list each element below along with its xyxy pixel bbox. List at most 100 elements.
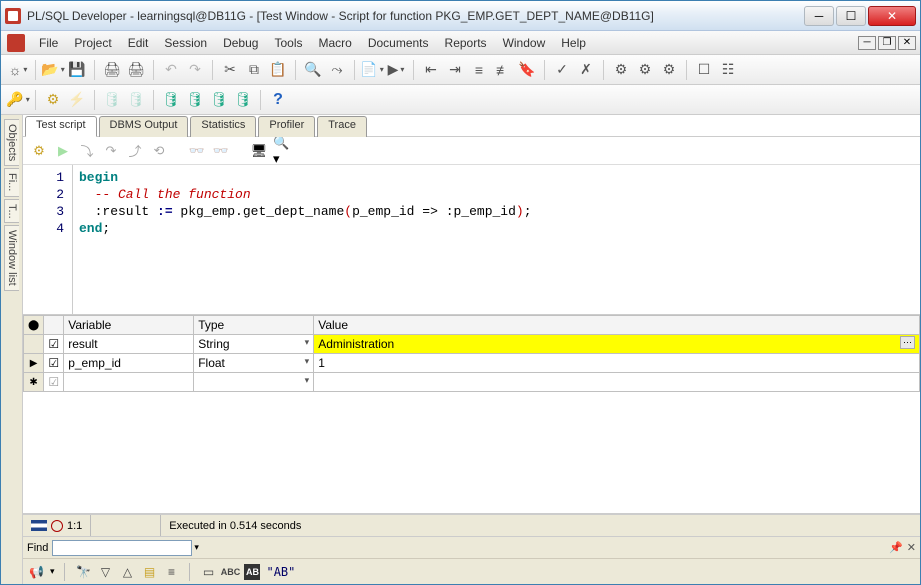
db-4-button[interactable]: 🛢 (184, 89, 206, 111)
bookmark-button[interactable]: 🔖 (516, 59, 538, 81)
copy-button[interactable]: ⧉ (243, 59, 265, 81)
step-out-icon[interactable]: ⤴ (125, 141, 145, 161)
run-icon[interactable]: ▶ (53, 141, 73, 161)
flash-button[interactable]: ⚡ (66, 89, 88, 111)
close-button[interactable]: ✕ (868, 6, 916, 26)
bullhorn-icon[interactable]: 📢 (29, 565, 44, 579)
tool-1-button[interactable]: ⚙ (610, 59, 632, 81)
indent-left-button[interactable]: ⇤ (420, 59, 442, 81)
tool-3-button[interactable]: ⚙ (658, 59, 680, 81)
cell-type[interactable]: Float (194, 354, 314, 373)
commit-button[interactable]: ✓ (551, 59, 573, 81)
open-button[interactable]: 📂 (42, 59, 64, 81)
tool-2-button[interactable]: ⚙ (634, 59, 656, 81)
key-button[interactable]: 🔑 (7, 89, 29, 111)
col-header-check[interactable] (44, 316, 64, 335)
code-area[interactable]: begin -- Call the function :result := pk… (73, 165, 920, 314)
step-into-icon[interactable]: ⤵ (77, 141, 97, 161)
execute-button[interactable]: ▶ (385, 59, 407, 81)
col-header-type[interactable]: Type (194, 316, 314, 335)
print-button[interactable]: 🖨 (101, 59, 123, 81)
menu-macro[interactable]: Macro (310, 34, 359, 52)
down-chevron-icon[interactable]: ▽ (97, 564, 113, 580)
help-button[interactable]: ? (267, 89, 289, 111)
cell-type-empty[interactable] (194, 373, 314, 392)
db-3-button[interactable]: 🛢 (160, 89, 182, 111)
quoted-text[interactable]: "AB" (266, 565, 295, 579)
redo-button[interactable]: ↷ (184, 59, 206, 81)
side-tab-window-list[interactable]: Window list (4, 225, 19, 291)
cell-variable[interactable]: p_emp_id (64, 354, 194, 373)
cell-value-highlighted[interactable]: Administration (314, 335, 920, 354)
tab-trace[interactable]: Trace (317, 116, 367, 137)
undo-button[interactable]: ↶ (160, 59, 182, 81)
list-icon[interactable]: ≡ (163, 564, 179, 580)
tab-test-script[interactable]: Test script (25, 116, 97, 137)
highlight-icon[interactable]: ▤ (141, 564, 157, 580)
side-tab-templates[interactable]: T... (4, 199, 19, 224)
abc-dark-icon[interactable]: AB (244, 564, 260, 580)
menu-documents[interactable]: Documents (360, 34, 437, 52)
code-editor[interactable]: 1 2 3 4 begin -- Call the function :resu… (23, 165, 920, 315)
maximize-button[interactable]: ☐ (836, 6, 866, 26)
glasses2-icon[interactable]: 👓 (211, 141, 231, 161)
step-over-icon[interactable]: ↷ (101, 141, 121, 161)
new-button[interactable]: ☼ (7, 59, 29, 81)
explain-plan-button[interactable]: 📄 (361, 59, 383, 81)
bullhorn-dropdown[interactable]: ▾ (50, 566, 55, 577)
tile-button[interactable]: ☷ (717, 59, 739, 81)
find-next-button[interactable]: ⤳ (326, 59, 348, 81)
gear-small-icon[interactable]: ⚙ (29, 141, 49, 161)
tab-statistics[interactable]: Statistics (190, 116, 256, 137)
variables-grid[interactable]: ⬤ Variable Type Value ☑ result String Ad… (23, 315, 920, 392)
cell-variable-empty[interactable] (64, 373, 194, 392)
pin-icon[interactable]: 📌 (889, 541, 903, 554)
menu-reports[interactable]: Reports (437, 34, 495, 52)
cell-value[interactable]: 1 (314, 354, 920, 373)
side-tab-files[interactable]: Fi... (4, 168, 19, 196)
menu-window[interactable]: Window (495, 34, 554, 52)
menu-edit[interactable]: Edit (120, 34, 157, 52)
indent-right-button[interactable]: ⇥ (444, 59, 466, 81)
comment-button[interactable]: ≡ (468, 59, 490, 81)
find-button[interactable]: 🔍 (302, 59, 324, 81)
paste-button[interactable]: 📋 (267, 59, 289, 81)
tab-profiler[interactable]: Profiler (258, 116, 315, 137)
close-icon[interactable]: ✕ (907, 541, 916, 554)
cut-button[interactable]: ✂ (219, 59, 241, 81)
app-menu-icon[interactable] (7, 34, 25, 52)
binoculars-icon[interactable]: 🔭 (75, 564, 91, 580)
rollback-button[interactable]: ✗ (575, 59, 597, 81)
cell-value-empty[interactable] (314, 373, 920, 392)
col-header-rowstatus[interactable]: ⬤ (24, 316, 44, 335)
abc-icon[interactable]: ABC (222, 564, 238, 580)
find-dropdown-icon[interactable]: ▾ (194, 542, 199, 553)
cascade-button[interactable]: ☐ (693, 59, 715, 81)
uncomment-button[interactable]: ≢ (492, 59, 514, 81)
find-input[interactable] (52, 540, 192, 556)
mdi-restore-button[interactable]: ❐ (878, 36, 896, 50)
print-setup-button[interactable]: 🖨 (125, 59, 147, 81)
col-header-variable[interactable]: Variable (64, 316, 194, 335)
db-6-button[interactable]: 🛢 (232, 89, 254, 111)
cell-variable[interactable]: result (64, 335, 194, 354)
mdi-close-button[interactable]: ✕ (898, 36, 916, 50)
side-tab-objects[interactable]: Objects (4, 119, 19, 166)
glasses-icon[interactable]: 👓 (187, 141, 207, 161)
menu-file[interactable]: File (31, 34, 66, 52)
cell-type[interactable]: String (194, 335, 314, 354)
menu-debug[interactable]: Debug (215, 34, 266, 52)
form-icon[interactable]: ▭ (200, 564, 216, 580)
row-checkbox[interactable]: ☑ (44, 354, 64, 373)
minimize-button[interactable]: ─ (804, 6, 834, 26)
up-chevron-icon[interactable]: △ (119, 564, 135, 580)
mdi-minimize-button[interactable]: ─ (858, 36, 876, 50)
col-header-value[interactable]: Value (314, 316, 920, 335)
menu-session[interactable]: Session (156, 34, 215, 52)
db-5-button[interactable]: 🛢 (208, 89, 230, 111)
monitor-icon[interactable]: 🖥 (249, 141, 269, 161)
row-checkbox[interactable]: ☑ (44, 335, 64, 354)
db-1-button[interactable]: 🛢 (101, 89, 123, 111)
menu-project[interactable]: Project (66, 34, 119, 52)
db-2-button[interactable]: 🛢 (125, 89, 147, 111)
